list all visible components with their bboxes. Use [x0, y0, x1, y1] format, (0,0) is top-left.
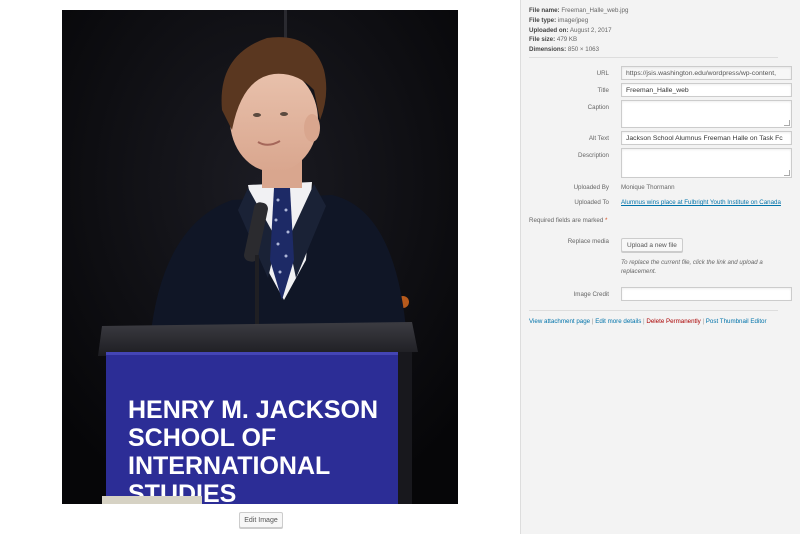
caption-field[interactable] [621, 100, 792, 128]
replace-media-label: Replace media [567, 238, 609, 245]
podium-line-1: HENRY M. JACKSON [128, 396, 378, 424]
divider [529, 310, 778, 311]
separator: | [643, 318, 645, 325]
photo-illustration: HENRY M. JACKSON SCHOOL OF INTERNATIONAL… [62, 10, 458, 504]
file-name-value: Freeman_Halle_web.jpg [561, 7, 629, 14]
divider [529, 57, 778, 58]
uploaded-by-label: Uploaded By [573, 184, 609, 191]
file-type-row: File type: image/jpeg [529, 16, 589, 24]
post-thumbnail-editor-link[interactable]: Post Thumbnail Editor [706, 318, 767, 325]
separator: | [591, 318, 594, 325]
separator: | [702, 318, 705, 325]
required-fields-note: Required fields are marked * [529, 217, 608, 224]
file-size-value: 479 KB [556, 36, 578, 44]
required-star: * [605, 217, 608, 224]
alt-text-label: Alt Text [588, 135, 609, 142]
title-label: Title [597, 87, 609, 94]
attachment-actions: View attachment page | Edit more details… [529, 318, 767, 325]
uploaded-by-value: Monique Thormann [621, 184, 675, 191]
image-credit-label: Image Credit [573, 291, 609, 298]
podium-line-3: INTERNATIONAL [128, 452, 330, 480]
uploaded-to-label: Uploaded To [574, 199, 609, 206]
media-preview-panel: HENRY M. JACKSON SCHOOL OF INTERNATIONAL… [0, 0, 520, 534]
edit-image-button[interactable]: Edit Image [239, 512, 283, 528]
view-attachment-link[interactable]: View attachment page [529, 318, 590, 325]
attachment-details-sidebar: File name: Freeman_Halle_web.jpg File ty… [520, 0, 800, 534]
caption-label: Caption [587, 104, 609, 111]
delete-permanently-link[interactable]: Delete Permanently [646, 318, 700, 325]
uploaded-on-row: Uploaded on: August 2, 2017 [529, 26, 612, 34]
alt-text-field[interactable]: Jackson School Alumnus Freeman Halle on … [621, 131, 792, 145]
file-type-value: image/jpeg [557, 16, 589, 24]
url-field[interactable]: https://jsis.washington.edu/wordpress/wp… [621, 66, 792, 80]
uploaded-to-link[interactable]: Alumnus wins place at Fulbright Youth In… [621, 199, 781, 206]
edit-more-details-link[interactable]: Edit more details [595, 318, 641, 325]
url-label: URL [596, 70, 609, 77]
podium-line-2: SCHOOL OF [128, 424, 276, 452]
file-name-row: File name: Freeman_Halle_web.jpg [529, 7, 629, 14]
attachment-photo: HENRY M. JACKSON SCHOOL OF INTERNATIONAL… [62, 10, 458, 504]
resize-handle-icon[interactable] [784, 120, 790, 126]
file-info: File name: Freeman_Halle_web.jpg File ty… [529, 6, 628, 55]
file-size-row: File size: 479 KB [529, 36, 578, 44]
uploaded-on-value: August 2, 2017 [569, 26, 612, 34]
dimensions-row: Dimensions: 850 × 1063 [529, 46, 600, 54]
image-credit-field[interactable] [621, 287, 792, 301]
description-field[interactable] [621, 148, 792, 178]
resize-handle-icon[interactable] [784, 170, 790, 176]
title-field[interactable]: Freeman_Halle_web [621, 83, 792, 97]
dimensions-value: 850 × 1063 [567, 46, 600, 54]
upload-new-file-button[interactable]: Upload a new file [621, 238, 683, 252]
description-label: Description [578, 152, 609, 159]
replace-media-help: To replace the current file, click the l… [621, 259, 763, 275]
